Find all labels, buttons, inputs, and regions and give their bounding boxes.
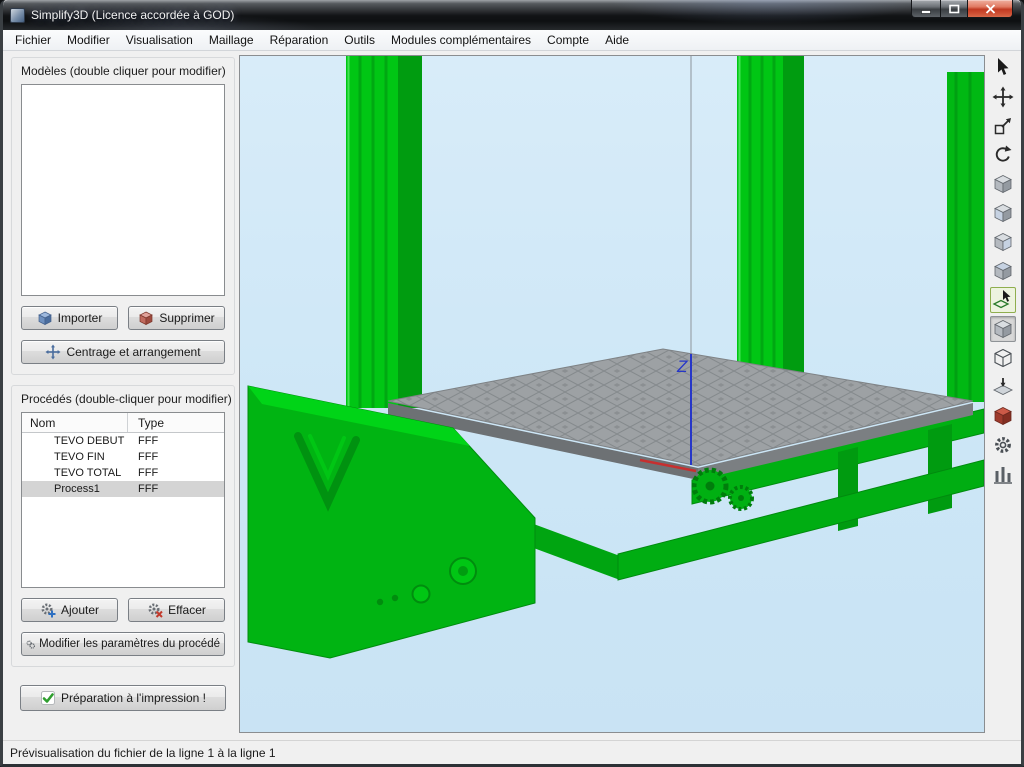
add-process-icon [41, 603, 56, 618]
menu-reparation[interactable]: Réparation [262, 30, 337, 50]
process-row[interactable]: TEVO DEBUT FFF [22, 433, 224, 449]
clear-process-icon [148, 603, 163, 618]
wireframe-view-icon[interactable] [990, 345, 1016, 371]
process-table-header: Nom Type [22, 413, 224, 433]
view-front-icon[interactable] [990, 200, 1016, 226]
status-text: Prévisualisation du fichier de la ligne … [10, 745, 276, 760]
minimize-icon [921, 9, 931, 14]
menu-fichier[interactable]: Fichier [7, 30, 59, 50]
close-icon [985, 3, 995, 14]
add-process-label: Ajouter [60, 603, 100, 617]
printer-3d-scene: Z [240, 56, 984, 732]
menu-modifier[interactable]: Modifier [59, 30, 118, 50]
select-tool-icon[interactable] [990, 55, 1016, 81]
menu-maillage[interactable]: Maillage [201, 30, 262, 50]
view-top-icon[interactable] [990, 258, 1016, 284]
frame-column-far-right [947, 72, 984, 402]
main-content: Modèles (double cliquer pour modifier) I… [3, 51, 1021, 740]
rotate-tool-icon[interactable] [990, 142, 1016, 168]
viewport-3d[interactable]: Z [239, 55, 985, 733]
title-bar[interactable]: Simplify3D (Licence accordée à GOD) [3, 0, 1021, 30]
processes-panel-title: Procédés (double-cliquer pour modifier) [21, 392, 232, 406]
center-arrange-label: Centrage et arrangement [66, 345, 201, 359]
import-button-label: Importer [57, 311, 103, 325]
cross-section-icon[interactable] [990, 403, 1016, 429]
prepare-print-label: Préparation à l'impression ! [60, 691, 207, 705]
edit-process-settings-button[interactable]: Modifier les paramètres du procédé [21, 632, 225, 656]
clear-process-label: Effacer [168, 603, 206, 617]
center-arrange-button[interactable]: Centrage et arrangement [21, 340, 225, 364]
app-icon [10, 7, 25, 23]
add-process-button[interactable]: Ajouter [21, 598, 118, 622]
maximize-icon [948, 4, 959, 13]
control-knob-small [411, 584, 431, 604]
select-model-icon[interactable] [990, 287, 1016, 313]
frame-column-left [346, 56, 422, 408]
process-row[interactable]: Process1 FFF [22, 481, 224, 497]
process-row[interactable]: TEVO TOTAL FFF [22, 465, 224, 481]
screen: { "window": { "title": "Simplify3D (Lice… [0, 0, 1024, 767]
layer-view-icon[interactable] [990, 374, 1016, 400]
window-title: Simplify3D (Licence accordée à GOD) [31, 8, 235, 22]
gears-icon [26, 640, 36, 649]
machine-settings-icon[interactable] [990, 432, 1016, 458]
process-table[interactable]: Nom Type TEVO DEBUT FFF TEVO FIN FFF TEV… [21, 412, 225, 588]
delete-button-label: Supprimer [159, 311, 215, 325]
support-structures-icon[interactable] [990, 461, 1016, 487]
models-list[interactable] [21, 84, 225, 296]
delete-button[interactable]: Supprimer [128, 306, 225, 330]
view-toolbar [987, 55, 1019, 490]
left-panel: Modèles (double cliquer pour modifier) I… [11, 57, 235, 711]
translate-tool-icon[interactable] [990, 84, 1016, 110]
clear-process-button[interactable]: Effacer [128, 598, 225, 622]
scale-tool-icon[interactable] [990, 113, 1016, 139]
z-axis-label: Z [676, 357, 688, 376]
check-icon [40, 691, 55, 705]
view-side-icon[interactable] [990, 229, 1016, 255]
minimize-button[interactable] [911, 0, 940, 18]
column-header-type: Type [138, 415, 165, 430]
delete-cube-icon [139, 311, 154, 326]
frame-column-right [737, 56, 804, 376]
menu-compte[interactable]: Compte [539, 30, 597, 50]
center-arrange-icon [45, 344, 61, 360]
menu-outils[interactable]: Outils [336, 30, 383, 50]
models-panel-title: Modèles (double cliquer pour modifier) [21, 64, 226, 78]
edit-process-settings-label: Modifier les paramètres du procédé [39, 638, 220, 650]
maximize-button[interactable] [940, 0, 968, 18]
prepare-print-button[interactable]: Préparation à l'impression ! [20, 685, 226, 711]
import-button[interactable]: Importer [21, 306, 118, 330]
process-row[interactable]: TEVO FIN FFF [22, 449, 224, 465]
menu-bar: Fichier Modifier Visualisation Maillage … [3, 30, 1021, 51]
models-groupbox: Modèles (double cliquer pour modifier) I… [11, 57, 235, 375]
close-button[interactable] [968, 0, 1013, 18]
processes-groupbox: Procédés (double-cliquer pour modifier) … [11, 385, 235, 667]
import-cube-icon [37, 311, 52, 326]
status-bar: Prévisualisation du fichier de la ligne … [3, 740, 1021, 764]
menu-aide[interactable]: Aide [597, 30, 637, 50]
solid-view-icon[interactable] [990, 316, 1016, 342]
menu-modules[interactable]: Modules complémentaires [383, 30, 539, 50]
view-iso-icon[interactable] [990, 171, 1016, 197]
app-window: Simplify3D (Licence accordée à GOD) Fich… [0, 0, 1024, 767]
menu-visualisation[interactable]: Visualisation [118, 30, 201, 50]
window-controls [911, 0, 1013, 18]
column-header-name: Nom [22, 413, 128, 432]
